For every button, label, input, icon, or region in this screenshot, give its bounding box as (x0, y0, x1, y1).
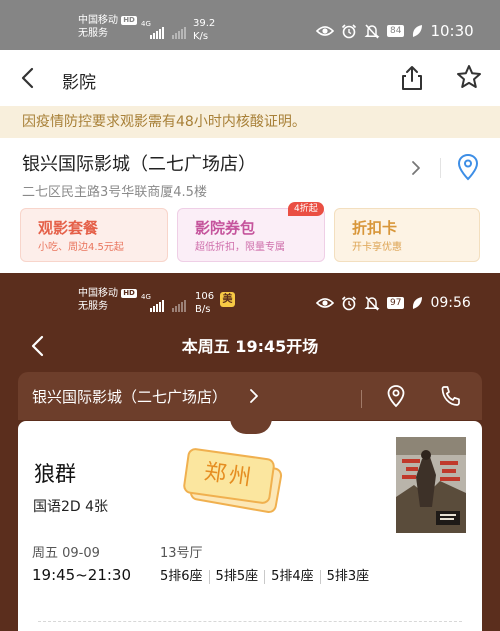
page-title: 影院 (62, 73, 96, 93)
ticket-divider (38, 621, 462, 622)
card-title: 观影套餐 (38, 219, 99, 237)
poster-art (396, 437, 466, 533)
back-icon[interactable] (14, 64, 42, 92)
status-time: 09:56 (430, 295, 471, 311)
eye-icon (316, 298, 334, 308)
speed-value: 39.2 (193, 18, 216, 29)
speed-unit: B/s (195, 304, 211, 315)
showtime-title: 本周五 19:45开场 (181, 337, 319, 356)
carrier-name: 中国移动 (78, 15, 118, 26)
carrier-info: 中国移动 HD 无服务 (78, 14, 137, 40)
chevron-right-icon[interactable] (247, 388, 261, 404)
status-bar-bottom: 中国移动 HD 无服务 4G 106 B/s 美 97 09:56 (0, 273, 500, 323)
cinema-name-link[interactable]: 银兴国际影城（二七广场店） (32, 386, 227, 407)
card-subtitle: 超低折扣，限量专属 (195, 242, 285, 253)
signal-icon-2 (172, 27, 186, 39)
card-subtitle: 小吃、周边4.5元起 (38, 242, 124, 253)
discount-badge: 4折起 (288, 202, 324, 216)
carrier-name: 中国移动 (78, 288, 118, 299)
service-status: 无服务 (78, 28, 108, 39)
speed-value: 106 (195, 291, 215, 302)
seat-item: 5排3座 (319, 570, 376, 584)
network-speed: 106 B/s (195, 290, 214, 316)
card-coupon-pack[interactable]: 影院券包 超低折扣，限量专属 (177, 208, 325, 262)
carrier-info: 中国移动 HD 无服务 (78, 287, 137, 313)
seat-item: 5排6座 (160, 569, 203, 584)
eye-icon (316, 26, 334, 36)
meituan-app-badge: 美 (220, 292, 235, 307)
speed-unit: K/s (193, 31, 209, 42)
chevron-right-icon[interactable] (408, 160, 424, 176)
signal-icon (150, 27, 164, 39)
divider (440, 158, 441, 178)
show-time-range: 19:45~21:30 (32, 566, 132, 584)
mute-bell-icon (364, 296, 380, 311)
top-nav-bar: 影院 (0, 50, 500, 106)
alarm-icon (341, 24, 357, 39)
leaf-icon (413, 25, 423, 37)
hd-badge: HD (121, 289, 137, 298)
show-date: 周五 09-09 (32, 546, 100, 561)
city-tag: 郑州 (182, 447, 284, 515)
location-pin-icon[interactable] (456, 153, 480, 181)
movie-info: 国语2D 4张 (33, 499, 109, 515)
leaf-icon (413, 297, 423, 309)
network-speed: 39.2 K/s (193, 17, 215, 43)
movie-title: 狼群 (34, 462, 76, 486)
seat-item: 5排4座 (264, 570, 320, 584)
status-time: 10:30 (430, 22, 474, 40)
signal-icon (150, 300, 164, 312)
star-icon[interactable] (455, 63, 483, 91)
card-subtitle: 开卡享优惠 (352, 242, 402, 253)
location-pin-icon[interactable] (385, 384, 407, 408)
cinema-bar: 银兴国际影城（二七广场店） (18, 372, 482, 420)
card-title: 折扣卡 (352, 219, 398, 237)
city-tag-text: 郑州 (202, 459, 256, 492)
mute-bell-icon (364, 24, 380, 39)
phone-icon[interactable] (439, 384, 461, 408)
service-status: 无服务 (78, 301, 108, 312)
card-snack-combo[interactable]: 观影套餐 小吃、周边4.5元起 (20, 208, 168, 262)
hall-number: 13号厅 (160, 546, 203, 561)
alarm-icon (341, 296, 357, 311)
card-discount-card[interactable]: 折扣卡 开卡享优惠 (334, 208, 480, 262)
card-title: 影院券包 (195, 219, 256, 237)
seat-item: 5排5座 (208, 570, 265, 584)
status-bar-top: 中国移动 HD 无服务 4G 39.2 K/s 84 10:30 (0, 0, 500, 50)
status-icons: 84 10:30 (316, 22, 474, 40)
hd-badge: HD (121, 16, 137, 25)
battery-icon: 97 (387, 297, 405, 309)
seat-list: 5排6座 5排5座 5排4座 5排3座 (160, 570, 375, 584)
status-icons: 97 09:56 (316, 295, 471, 311)
cinema-address: 二七区民主路3号华联商厦4.5楼 (22, 185, 207, 200)
notice-banner: 因疫情防控要求观影需有48小时内核酸证明。 (0, 106, 500, 138)
divider (361, 390, 362, 408)
movie-poster[interactable] (396, 437, 466, 533)
cinema-name[interactable]: 银兴国际影城（二七广场店） (22, 150, 256, 176)
share-icon[interactable] (398, 64, 426, 92)
battery-icon: 84 (387, 25, 405, 37)
signal-icon-2 (172, 300, 186, 312)
